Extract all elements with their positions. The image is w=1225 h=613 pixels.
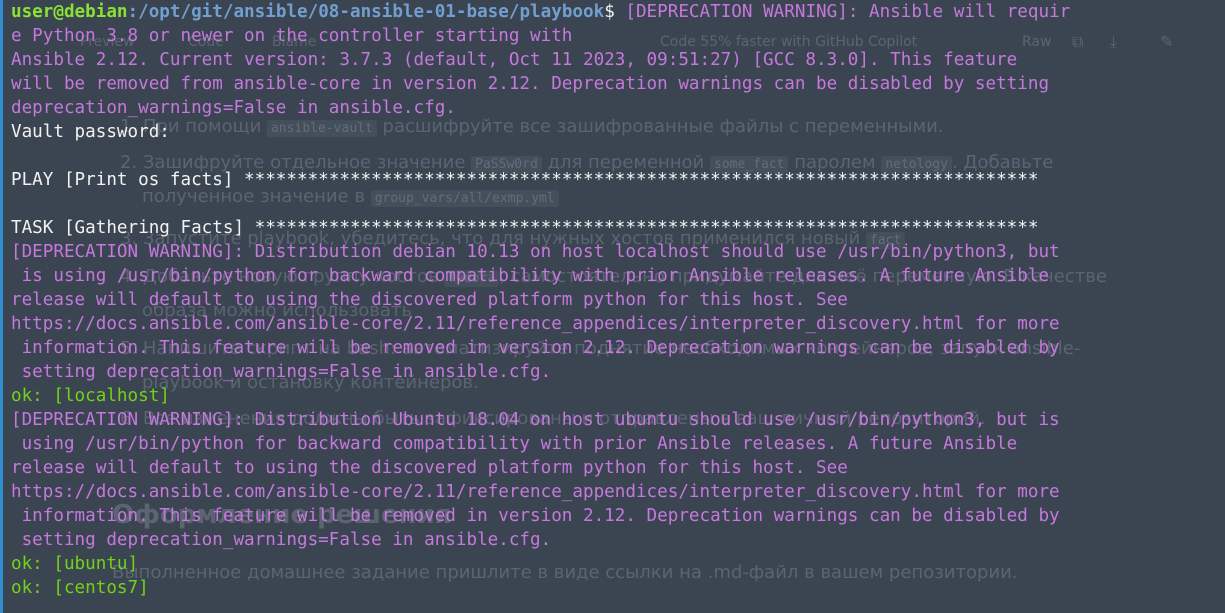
prompt-user: user@debian: [11, 2, 128, 22]
terminal-line: is using /usr/bin/python for backward co…: [11, 266, 1050, 286]
terminal-line: e Python 3.8 or newer on the controller …: [11, 26, 573, 46]
prompt-path: :/opt/git/ansible/08-ansible-01-base/pla…: [127, 2, 605, 22]
terminal-line: [DEPRECATION WARNING]: Distribution debi…: [11, 242, 1060, 262]
play-header: PLAY [Print os facts] ******************…: [11, 170, 1039, 190]
terminal-window[interactable]: user@debian:/opt/git/ansible/08-ansible-…: [0, 0, 1225, 613]
prompt-symbol: $: [604, 2, 626, 22]
terminal-line: information. This feature will be remove…: [11, 506, 1060, 526]
terminal-line: setting deprecation_warnings=False in an…: [11, 362, 552, 382]
terminal-line: https://docs.ansible.com/ansible-core/2.…: [11, 482, 1060, 502]
terminal-line: release will default to using the discov…: [11, 290, 848, 310]
task-header: TASK [Gathering Facts] *****************…: [11, 218, 1039, 238]
vault-password-prompt: Vault password:: [11, 122, 170, 142]
terminal-line: using /usr/bin/python for backward compa…: [11, 434, 1018, 454]
terminal-line: [DEPRECATION WARNING]: Ansible will requ…: [625, 2, 1071, 22]
terminal-line: release will default to using the discov…: [11, 458, 848, 478]
terminal-prompt-line: user@debian:/opt/git/ansible/08-ansible-…: [11, 0, 1225, 24]
terminal-line: https://docs.ansible.com/ansible-core/2.…: [11, 314, 1060, 334]
ok-status-line: ok: [ubuntu]: [11, 554, 139, 574]
ok-status-line: ok: [centos7]: [11, 578, 149, 598]
terminal-line: information. This feature will be remove…: [11, 338, 1060, 358]
terminal-line: setting deprecation_warnings=False in an…: [11, 530, 552, 550]
terminal-line: [DEPRECATION WARNING]: Distribution Ubun…: [11, 410, 1060, 430]
terminal-line: will be removed from ansible-core in ver…: [11, 74, 1050, 94]
terminal-line: deprecation_warnings=False in ansible.cf…: [11, 98, 456, 118]
terminal-line: Ansible 2.12. Current version: 3.7.3 (de…: [11, 50, 1018, 70]
ok-status-line: ok: [localhost]: [11, 386, 170, 406]
